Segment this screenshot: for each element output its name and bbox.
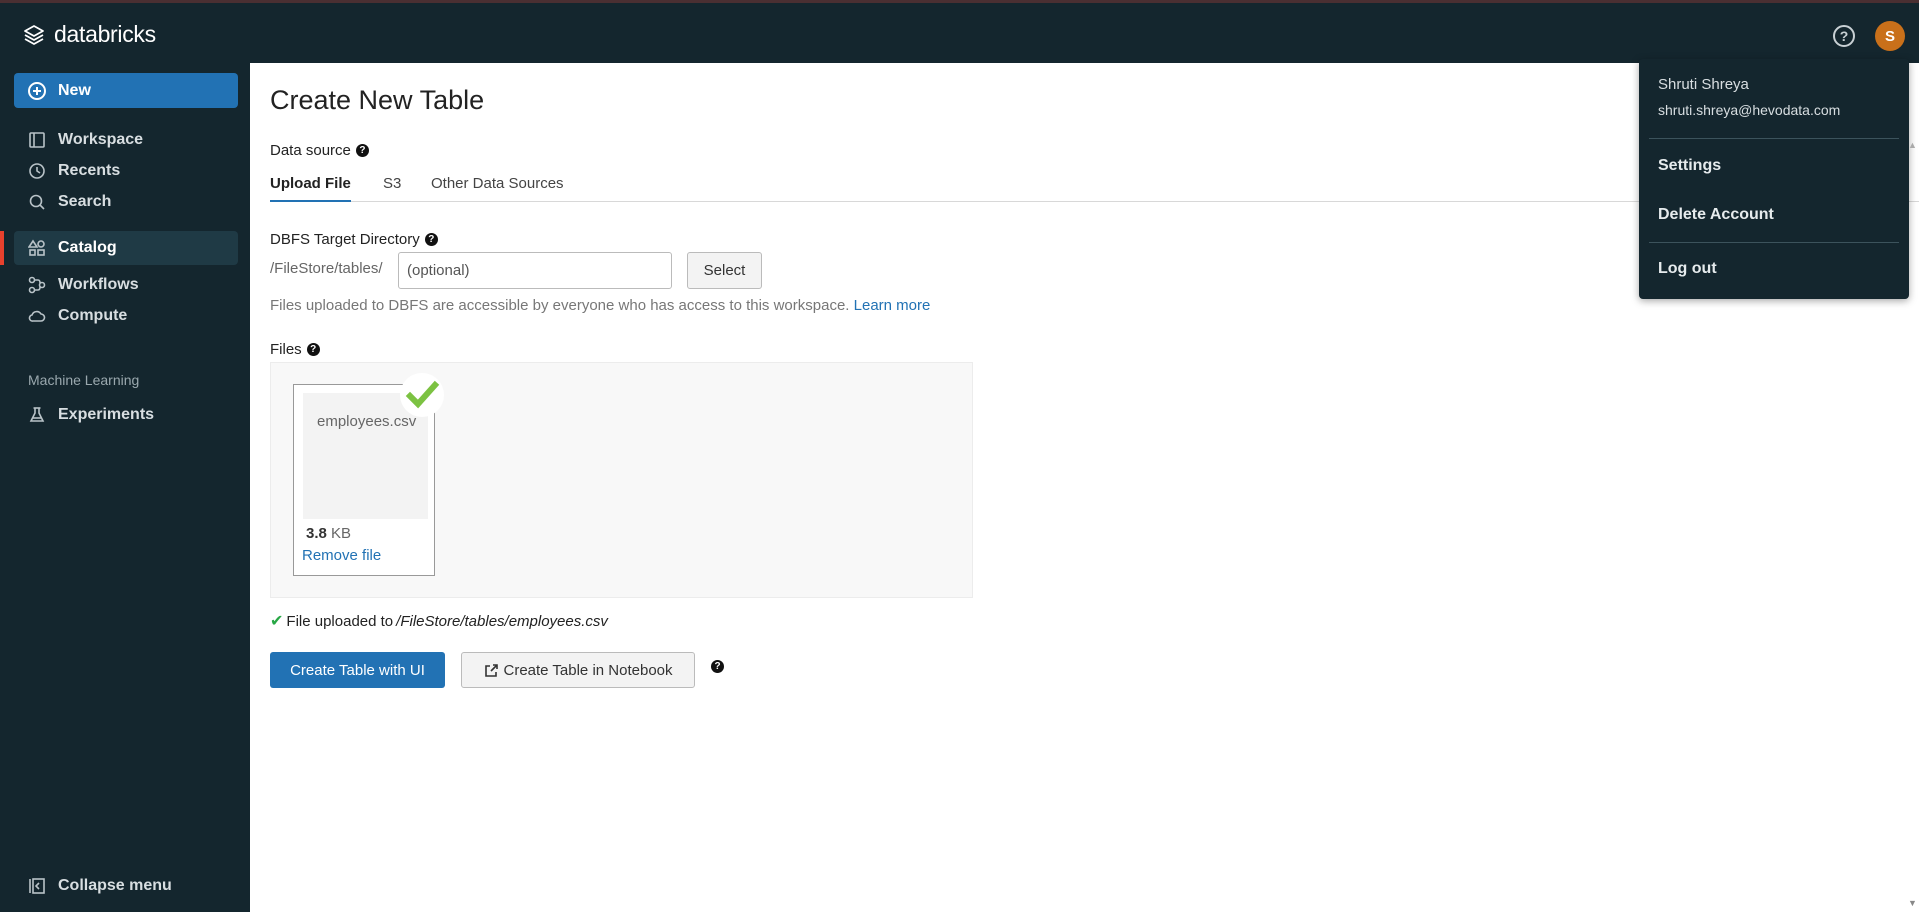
page-title: Create New Table	[270, 85, 485, 115]
upload-status: ✔ File uploaded to /FileStore/tables/emp…	[270, 611, 608, 631]
menu-divider	[1649, 242, 1899, 243]
sidebar-item-compute[interactable]: Compute	[14, 299, 238, 333]
file-size-value: 3.8	[306, 525, 327, 542]
scroll-up-arrow[interactable]: ▲	[1908, 140, 1917, 150]
dbfs-target-label: DBFS Target Directory ?	[270, 231, 438, 248]
search-icon	[29, 194, 45, 210]
user-menu-dropdown: Shruti Shreya shruti.shreya@hevodata.com…	[1639, 59, 1909, 299]
workspace-icon	[29, 132, 45, 148]
file-size-unit: KB	[331, 525, 352, 542]
sidebar-item-label: Workflows	[58, 276, 139, 293]
question-circle-icon[interactable]: ?	[711, 660, 724, 673]
check-icon	[405, 380, 440, 409]
upload-status-prefix: File uploaded to	[286, 612, 394, 630]
sidebar-item-workflows[interactable]: Workflows	[14, 268, 238, 302]
collapse-menu-button[interactable]: Collapse menu	[14, 869, 172, 903]
external-link-icon	[484, 663, 498, 677]
new-button-label: New	[58, 81, 91, 99]
menu-item-log-out[interactable]: Log out	[1658, 260, 1717, 278]
user-avatar[interactable]: S	[1875, 21, 1905, 51]
upload-success-badge	[400, 373, 444, 417]
sidebar-item-workspace[interactable]: Workspace	[14, 123, 238, 157]
new-button[interactable]: New	[14, 73, 238, 108]
catalog-icon	[28, 239, 45, 256]
tab-s3[interactable]: S3	[383, 175, 401, 202]
sidebar-item-label: Compute	[58, 307, 128, 324]
path-prefix: /FileStore/tables/	[270, 260, 383, 277]
user-email: shruti.shreya@hevodata.com	[1658, 102, 1841, 118]
sidebar: New Workspace Recents Search Catalog Wor…	[0, 63, 250, 912]
user-name: Shruti Shreya	[1658, 76, 1749, 93]
sidebar-item-experiments[interactable]: Experiments	[14, 398, 238, 432]
sidebar-item-label: Catalog	[58, 239, 117, 256]
create-table-notebook-label: Create Table in Notebook	[503, 661, 673, 679]
collapse-icon	[29, 878, 45, 894]
sidebar-item-catalog[interactable]: Catalog	[14, 231, 238, 265]
active-indicator	[0, 231, 4, 265]
sidebar-item-recents[interactable]: Recents	[14, 154, 238, 188]
question-circle-icon[interactable]: ?	[306, 343, 320, 356]
menu-divider	[1649, 138, 1899, 139]
logo-text: databricks	[54, 21, 156, 47]
question-circle-icon[interactable]: ?	[424, 233, 438, 246]
clock-icon	[29, 163, 45, 179]
create-table-ui-button[interactable]: Create Table with UI	[270, 652, 445, 688]
scroll-down-arrow[interactable]: ▼	[1908, 898, 1917, 908]
data-source-label: Data source ?	[270, 142, 369, 159]
workflows-icon	[28, 276, 46, 294]
question-circle-icon[interactable]: ?	[355, 144, 369, 157]
select-button[interactable]: Select	[687, 252, 762, 289]
create-table-notebook-button[interactable]: Create Table in Notebook	[461, 652, 695, 688]
files-label: Files ?	[270, 341, 320, 358]
top-bar: databricks ? S	[0, 0, 1919, 63]
learn-more-link[interactable]: Learn more	[854, 297, 931, 314]
databricks-logo-icon	[24, 24, 44, 45]
file-card: employees.csv 3.8 KB Remove file	[293, 373, 444, 576]
plus-circle-icon	[28, 81, 46, 100]
remove-file-link[interactable]: Remove file	[302, 547, 381, 564]
menu-item-settings[interactable]: Settings	[1658, 157, 1721, 175]
databricks-logo[interactable]: databricks	[22, 21, 156, 48]
menu-item-delete-account[interactable]: Delete Account	[1658, 206, 1774, 224]
sidebar-item-label: Experiments	[58, 406, 155, 423]
tab-other-data-sources[interactable]: Other Data Sources	[431, 175, 564, 202]
cloud-icon	[28, 310, 46, 322]
check-icon: ✔	[270, 613, 284, 630]
tab-upload-file[interactable]: Upload File	[270, 175, 351, 202]
files-text: Files	[270, 341, 302, 358]
upload-status-path: /FileStore/tables/employees.csv	[396, 612, 608, 630]
file-size: 3.8 KB	[306, 525, 351, 542]
sidebar-item-label: Search	[58, 193, 112, 210]
dbfs-info-text: Files uploaded to DBFS are accessible by…	[270, 297, 930, 314]
sidebar-item-label: Workspace	[58, 131, 144, 148]
collapse-menu-label: Collapse menu	[58, 877, 172, 894]
data-source-text: Data source	[270, 142, 351, 159]
sidebar-item-label: Recents	[58, 162, 121, 179]
file-name: employees.csv	[317, 413, 417, 430]
target-directory-input[interactable]	[398, 252, 672, 289]
file-dropzone[interactable]: employees.csv 3.8 KB Remove file	[270, 362, 973, 598]
dbfs-target-text: DBFS Target Directory	[270, 231, 420, 248]
help-icon[interactable]: ?	[1833, 25, 1855, 47]
sidebar-item-search[interactable]: Search	[14, 185, 238, 219]
flask-icon	[29, 407, 45, 422]
section-machine-learning: Machine Learning	[28, 372, 140, 388]
info-text-body: Files uploaded to DBFS are accessible by…	[270, 297, 850, 314]
